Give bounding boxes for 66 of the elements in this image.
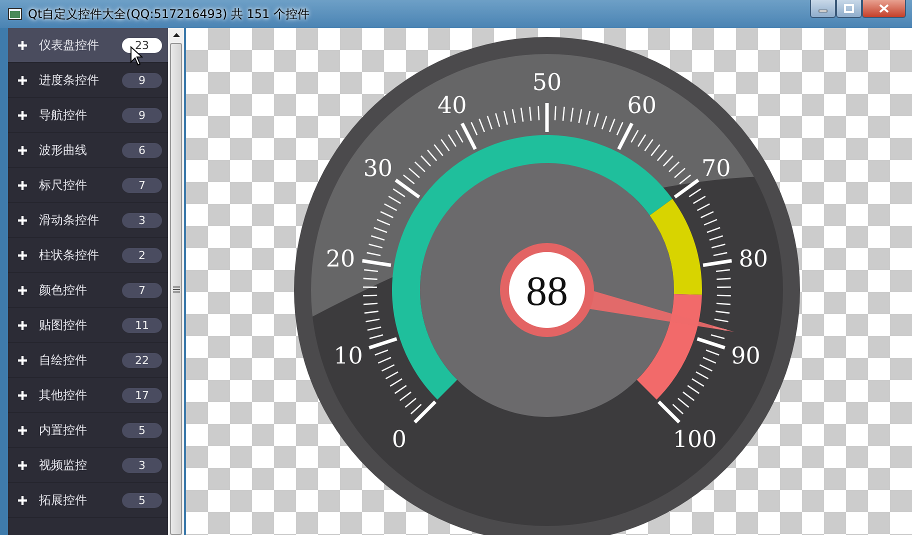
scale-label: 10 xyxy=(334,344,363,370)
scroll-up-icon xyxy=(172,33,180,37)
maximize-icon xyxy=(844,4,854,13)
scale-label: 40 xyxy=(437,92,467,119)
item-label: 进度条控件 xyxy=(39,72,99,88)
item-label: 颜色控件 xyxy=(39,282,87,298)
count-badge: 23 xyxy=(122,38,162,52)
minimize-button[interactable] xyxy=(810,0,836,18)
count-badge: 9 xyxy=(122,72,162,88)
count-badge: 17 xyxy=(122,388,162,402)
count-badge: 7 xyxy=(122,178,162,192)
close-icon xyxy=(879,4,889,13)
item-label: 波形曲线 xyxy=(39,142,87,158)
count-badge: 11 xyxy=(122,318,162,332)
plus-icon xyxy=(18,76,27,84)
scroll-thumb[interactable] xyxy=(170,43,182,535)
window-icon xyxy=(8,8,22,20)
count-badge: 2 xyxy=(122,248,162,262)
item-label: 拓展控件 xyxy=(39,492,87,508)
item-label: 贴图控件 xyxy=(39,316,87,334)
scrollbar[interactable] xyxy=(168,28,184,535)
scale-label: 70 xyxy=(701,156,731,182)
plus-icon xyxy=(18,250,27,260)
count-badge: 7 xyxy=(122,282,162,298)
item-label: 视频监控 xyxy=(39,456,87,474)
count-badge: 5 xyxy=(122,492,162,508)
plus-icon xyxy=(18,426,27,434)
count-badge: 22 xyxy=(122,352,162,368)
sidebar-item[interactable]: 仪表盘控件 23 xyxy=(8,28,168,63)
count-badge: 3 xyxy=(122,212,162,228)
scale-label: 60 xyxy=(627,92,657,119)
maximize-button[interactable] xyxy=(836,0,862,18)
scale-label: 50 xyxy=(532,70,562,96)
scale-label: 20 xyxy=(326,246,356,272)
grip-icon xyxy=(172,286,180,292)
scale-label: 80 xyxy=(738,246,768,272)
plus-icon xyxy=(18,110,27,120)
plus-icon xyxy=(18,390,27,400)
item-label: 内置控件 xyxy=(39,422,87,438)
count-badge: 9 xyxy=(122,108,162,122)
close-button[interactable] xyxy=(862,0,906,18)
item-label: 滑动条控件 xyxy=(39,212,99,228)
item-label: 自绘控件 xyxy=(39,352,87,368)
plus-icon xyxy=(18,40,27,50)
count-badge: 6 xyxy=(122,142,162,158)
plus-icon xyxy=(18,146,27,154)
plus-icon xyxy=(18,180,27,190)
plus-icon xyxy=(18,356,27,364)
scale-label: 0 xyxy=(392,426,407,453)
scale-label: 100 xyxy=(672,426,717,453)
item-label: 标尺控件 xyxy=(39,176,87,194)
item-label: 仪表盘控件 xyxy=(39,36,99,54)
count-badge: 5 xyxy=(122,422,162,438)
gauge-value: 88 xyxy=(526,269,568,315)
scale-label: 30 xyxy=(363,156,393,182)
count-badge: 3 xyxy=(122,458,162,472)
window-title: Qt自定义控件大全(QQ:517216493) 共 151 个控件 xyxy=(28,6,310,22)
item-label: 导航控件 xyxy=(39,106,87,124)
plus-icon xyxy=(18,216,27,224)
item-label: 柱状条控件 xyxy=(39,246,99,264)
item-label: 其他控件 xyxy=(39,386,87,404)
plus-icon xyxy=(18,286,27,294)
plus-icon xyxy=(18,460,27,470)
plus-icon xyxy=(18,320,27,330)
plus-icon xyxy=(18,496,27,504)
scale-label: 90 xyxy=(731,344,760,370)
